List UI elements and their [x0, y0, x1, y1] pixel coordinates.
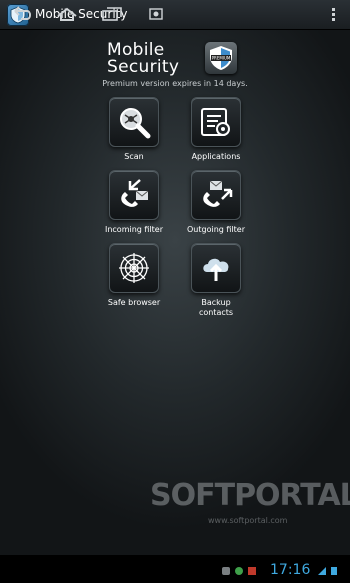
backup-contacts-button[interactable]: Backup contacts [176, 243, 256, 318]
applications-label: Applications [191, 152, 241, 161]
softportal-watermark: SOFTPORTAL www.softportal.com [150, 478, 350, 538]
screenshot-icon[interactable] [148, 6, 164, 22]
outgoing-filter-label: Outgoing filter [187, 225, 245, 234]
premium-expiry-note: Premium version expires in 14 days. [102, 79, 248, 88]
back-icon[interactable] [10, 6, 34, 22]
cloud-upload-icon [203, 258, 229, 281]
scan-magnifier-icon [120, 108, 151, 139]
main-dashboard [0, 30, 350, 555]
outgoing-call-filter-icon [203, 180, 233, 207]
premium-shield-icon: PREMIUM [205, 42, 237, 74]
notification-shield-icon [222, 567, 230, 575]
scan-label: Scan [124, 152, 144, 161]
scan-button[interactable]: Scan [94, 97, 174, 162]
incoming-filter-button[interactable]: Incoming filter [94, 170, 174, 235]
watermark-url: www.softportal.com [208, 516, 288, 525]
notification-app-icon [248, 567, 256, 575]
web-spider-icon [119, 253, 149, 283]
status-clock: 17:16 [270, 562, 311, 578]
home-icon[interactable] [55, 6, 79, 22]
applications-icon [201, 108, 230, 136]
battery-icon [331, 567, 337, 575]
safe-browser-button[interactable]: Safe browser [94, 243, 174, 308]
backup-contacts-label: Backup contacts [198, 298, 234, 317]
premium-badge: PREMIUM [212, 56, 231, 61]
logo-text: Mobile Security [107, 42, 179, 76]
incoming-call-filter-icon [121, 179, 149, 207]
action-bar: Mobile Security [0, 0, 350, 30]
safe-browser-label: Safe browser [107, 298, 161, 307]
recent-apps-icon[interactable] [100, 6, 124, 22]
logo-line2: Security [107, 57, 180, 77]
outgoing-filter-button[interactable]: Outgoing filter [176, 170, 256, 235]
watermark-brand: SOFTPORTAL [150, 478, 350, 513]
applications-button[interactable]: Applications [176, 97, 256, 162]
overflow-menu-icon[interactable] [332, 8, 336, 22]
notification-android-icon [235, 567, 243, 575]
incoming-filter-label: Incoming filter [104, 225, 164, 234]
